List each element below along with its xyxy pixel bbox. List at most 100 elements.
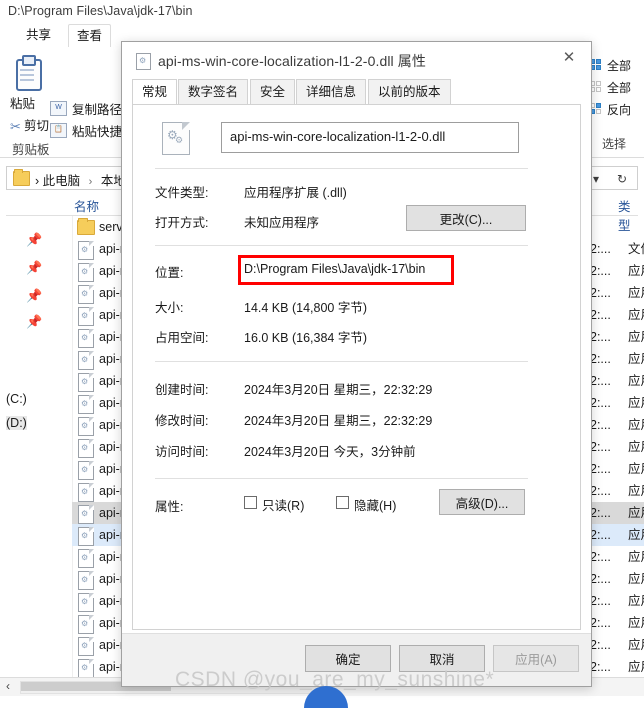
breadcrumb-separator-0: › [35, 174, 40, 188]
nav-collapse-button[interactable]: ‹ [6, 679, 10, 693]
file-type-cell: 应用 [628, 396, 644, 410]
file-date-cell: 2:... [590, 286, 611, 300]
file-date-cell: 2:... [590, 374, 611, 388]
select-none-button[interactable]: 全部 [590, 79, 631, 96]
field-value: 未知应用程序 [244, 216, 320, 230]
dll-file-icon: ⚙ [78, 571, 94, 590]
select-none-label: 全部 [607, 81, 632, 95]
file-date-cell: 2:... [590, 418, 611, 432]
readonly-checkbox[interactable] [244, 496, 257, 509]
select-group-caption: 选择 [602, 137, 627, 151]
general-tab-pane: ⚙ ⚙ api-ms-win-core-localization-l1-2-0.d… [132, 105, 581, 630]
change-program-button[interactable]: 更改(C)... [406, 205, 526, 231]
dll-file-icon: ⚙ [78, 461, 94, 480]
apply-button[interactable]: 应用(A) [493, 645, 579, 672]
field-value: 2024年3月20日 今天，3分钟前 [244, 445, 416, 459]
file-type-cell: 应用 [628, 308, 644, 322]
dll-file-icon: ⚙ [136, 53, 151, 70]
folder-icon [13, 169, 30, 186]
file-type-cell: 应用 [628, 660, 644, 674]
dll-file-icon: ⚙ [78, 527, 94, 546]
file-type-cell: 应用 [628, 616, 644, 630]
file-date-cell: 2:... [590, 528, 611, 542]
field-size-on-disk: 占用空间: 16.0 KB (16,384 字节) [155, 327, 555, 347]
advanced-button[interactable]: 高级(D)... [439, 489, 525, 515]
file-properties-dialog: ⚙ api-ms-win-core-localization-l1-2-0.dl… [121, 41, 592, 687]
dialog-tab-1[interactable]: 数字签名 [178, 79, 249, 105]
dialog-title-bar[interactable]: ⚙ api-ms-win-core-localization-l1-2-0.dl… [122, 42, 591, 79]
dll-file-icon: ⚙ [78, 615, 94, 634]
file-type-cell: 应用 [628, 330, 644, 344]
file-type-cell: 应用 [628, 638, 644, 652]
pin-icon[interactable]: 📌 [26, 314, 42, 330]
dll-file-icon: ⚙ [78, 263, 94, 282]
filename-input[interactable]: api-ms-win-core-localization-l1-2-0.dll [221, 122, 519, 153]
pin-icon[interactable]: 📌 [26, 232, 42, 248]
divider [155, 361, 528, 362]
file-date-cell: 2:... [590, 616, 611, 630]
invert-selection-button[interactable]: 反向 [590, 101, 631, 118]
field-label: 访问时间: [155, 445, 209, 459]
cut-button[interactable]: ✂ 剪切 [10, 115, 49, 135]
column-header-name[interactable]: 名称 [74, 196, 99, 215]
file-date-cell: 2:... [590, 506, 611, 520]
pin-icon[interactable]: 📌 [26, 260, 42, 276]
copy-path-icon: W [50, 101, 67, 116]
ribbon-tab-share[interactable]: 共享 [18, 24, 59, 46]
breadcrumb-separator-1: › [88, 176, 93, 188]
field-label: 打开方式: [155, 216, 209, 230]
file-type-cell: 应用 [628, 462, 644, 476]
field-label: 占用空间: [155, 331, 209, 345]
file-date-cell: 2:... [590, 550, 611, 564]
nav-drive-c[interactable]: (C:) [6, 392, 27, 406]
divider [155, 245, 528, 246]
dll-file-icon: ⚙ [78, 351, 94, 370]
dll-file-icon: ⚙ [78, 483, 94, 502]
nav-drive-d[interactable]: (D:) [6, 416, 27, 430]
file-type-cell: 应用 [628, 594, 644, 608]
paste-button-label[interactable]: 粘贴 [10, 93, 35, 112]
cut-label: 剪切 [24, 119, 50, 133]
field-created: 创建时间: 2024年3月20日 星期三，22:32:29 [155, 379, 555, 399]
readonly-label[interactable]: 只读(R) [262, 495, 304, 514]
dialog-tab-0[interactable]: 常规 [132, 79, 178, 105]
file-date-cell: 2:... [590, 440, 611, 454]
file-type-cell: 应用 [628, 550, 644, 564]
breadcrumb-item-this-pc[interactable]: 此电脑 [43, 174, 81, 188]
dll-file-icon: ⚙ [78, 395, 94, 414]
dialog-tab-3[interactable]: 详细信息 [296, 79, 367, 105]
invert-selection-label: 反向 [607, 103, 632, 117]
dialog-tab-strip[interactable]: 常规 数字签名 安全 详细信息 以前的版本 [132, 79, 581, 105]
dll-file-icon: ⚙ [78, 285, 94, 304]
dll-file-icon: ⚙ [78, 241, 94, 260]
file-date-cell: 2:... [590, 660, 611, 674]
file-date-cell: 2:... [590, 242, 611, 256]
pin-icon[interactable]: 📌 [26, 288, 42, 304]
hidden-label[interactable]: 隐藏(H) [354, 495, 396, 514]
dialog-tab-4[interactable]: 以前的版本 [368, 79, 451, 105]
location-highlight-annotation [238, 255, 454, 285]
ribbon-tab-view[interactable]: 查看 [68, 24, 112, 48]
field-label: 位置: [155, 266, 184, 280]
close-icon[interactable]: ✕ [547, 42, 591, 72]
file-date-cell: 2:... [590, 594, 611, 608]
divider [155, 478, 528, 479]
dll-file-icon: ⚙ [78, 417, 94, 436]
file-date-cell: 2:... [590, 264, 611, 278]
field-size: 大小: 14.4 KB (14,800 字节) [155, 297, 555, 317]
file-type-cell: 应用 [628, 440, 644, 454]
file-type-cell: 应用 [628, 264, 644, 278]
file-date-cell: 2:... [590, 572, 611, 586]
navigation-pane: 📌 📌 📌 📌 (C:) (D:) [0, 216, 73, 686]
dialog-tab-2[interactable]: 安全 [250, 79, 296, 105]
file-date-cell: 2:... [590, 462, 611, 476]
refresh-icon[interactable]: ↻ [609, 169, 635, 189]
field-value: 2024年3月20日 星期三，22:32:29 [244, 414, 433, 428]
file-date-cell: 2:... [590, 484, 611, 498]
field-label: 创建时间: [155, 383, 209, 397]
filename-value: api-ms-win-core-localization-l1-2-0.dll [230, 129, 446, 144]
copy-path-button[interactable]: W 复制路径 [50, 99, 122, 118]
hidden-checkbox[interactable] [336, 496, 349, 509]
dll-file-icon: ⚙ [78, 307, 94, 326]
select-all-button[interactable]: 全部 [590, 57, 631, 74]
